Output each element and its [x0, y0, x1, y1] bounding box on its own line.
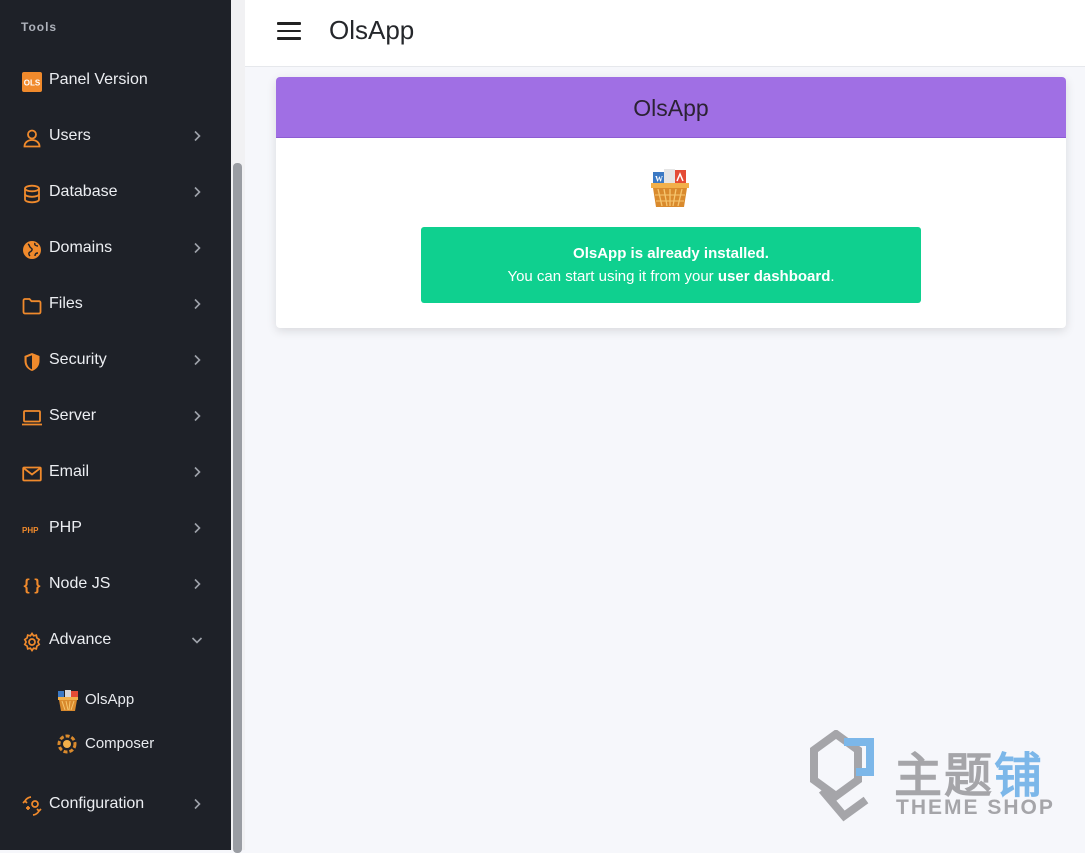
svg-text:W: W [655, 175, 663, 184]
folder-icon [21, 295, 43, 317]
sidebar-scrollbar-thumb[interactable] [233, 163, 242, 853]
chevron-right-icon [189, 182, 205, 202]
sidebar-subitem-label: OlsApp [85, 691, 135, 708]
sidebar-item-files[interactable]: Files [0, 285, 231, 325]
sidebar-item-label: Server [49, 407, 97, 424]
sidebar: Tools OLS Panel Version Users Database D… [0, 0, 231, 850]
sync-settings-icon [21, 795, 43, 817]
sidebar-item-database[interactable]: Database [0, 173, 231, 213]
olsapp-card: OlsApp W OlsApp is already installed. Yo… [276, 77, 1066, 328]
sidebar-subitem-olsapp[interactable]: OlsApp [0, 686, 231, 716]
watermark-english-text: THEME SHOP [896, 796, 1055, 819]
chevron-right-icon [189, 518, 205, 538]
sidebar-item-label: PHP [49, 519, 82, 536]
alert-message-prefix: You can start using it from your [507, 268, 718, 285]
sidebar-item-label: Database [49, 183, 118, 200]
ols-logo-icon: OLS [21, 71, 43, 93]
sidebar-item-php[interactable]: PHP PHP [0, 509, 231, 549]
card-header: OlsApp [276, 77, 1066, 138]
sidebar-item-label: Users [49, 127, 91, 144]
sidebar-item-email[interactable]: Email [0, 453, 231, 493]
alert-message-suffix: . [830, 268, 835, 285]
composer-icon [56, 733, 78, 755]
success-alert: OlsApp is already installed. You can sta… [421, 227, 921, 303]
chevron-right-icon [189, 126, 205, 146]
sidebar-item-advance[interactable]: Advance [0, 621, 231, 661]
sidebar-item-node-js[interactable]: { } Node JS [0, 565, 231, 605]
alert-title: OlsApp is already installed. [573, 245, 769, 262]
sidebar-item-panel-version[interactable]: OLS Panel Version [0, 61, 231, 101]
chevron-right-icon [189, 294, 205, 314]
olsapp-logo-icon: W [648, 166, 692, 210]
laptop-icon [21, 407, 43, 429]
gear-icon [21, 631, 43, 653]
curly-braces-icon: { } [23, 577, 41, 594]
chevron-down-icon [189, 630, 205, 650]
sidebar-item-label: Panel Version [49, 71, 148, 88]
watermark-logo-icon [810, 730, 874, 822]
database-icon [21, 183, 43, 205]
sidebar-subitem-label: Composer [85, 735, 155, 752]
sidebar-item-security[interactable]: Security [0, 341, 231, 381]
php-icon: PHP [22, 525, 39, 535]
sidebar-item-domains[interactable]: Domains [0, 229, 231, 269]
sidebar-section-label: Tools [21, 20, 58, 34]
sidebar-item-label: Advance [49, 631, 112, 648]
globe-icon [21, 239, 43, 261]
page-title: OlsApp [329, 15, 415, 45]
watermark: 主题铺 THEME SHOP [804, 730, 1064, 825]
chevron-right-icon [189, 238, 205, 258]
card-title: OlsApp [633, 95, 709, 121]
sidebar-item-server[interactable]: Server [0, 397, 231, 437]
svg-text:OLS: OLS [24, 79, 41, 88]
top-bar: OlsApp [245, 0, 1085, 67]
sidebar-item-label: Node JS [49, 575, 111, 592]
chevron-right-icon [189, 462, 205, 482]
olsapp-basket-icon [56, 689, 78, 711]
sidebar-item-users[interactable]: Users [0, 117, 231, 157]
chevron-right-icon [189, 406, 205, 426]
shield-icon [21, 351, 43, 373]
user-dashboard-link[interactable]: user dashboard [718, 268, 831, 285]
chevron-right-icon [189, 350, 205, 370]
sidebar-item-label: Email [49, 463, 90, 480]
sidebar-subitem-composer[interactable]: Composer [0, 730, 231, 760]
sidebar-item-label: Domains [49, 239, 113, 256]
sidebar-item-label: Files [49, 295, 83, 312]
chevron-right-icon [189, 574, 205, 594]
user-icon [21, 127, 43, 149]
sidebar-item-label: Security [49, 351, 107, 368]
sidebar-item-label: Configuration [49, 795, 145, 812]
chevron-right-icon [189, 794, 205, 814]
sidebar-item-configuration[interactable]: Configuration [0, 785, 231, 825]
hamburger-menu-icon[interactable] [276, 20, 302, 42]
envelope-icon [21, 463, 43, 485]
alert-message: You can start using it from your user da… [421, 268, 921, 285]
